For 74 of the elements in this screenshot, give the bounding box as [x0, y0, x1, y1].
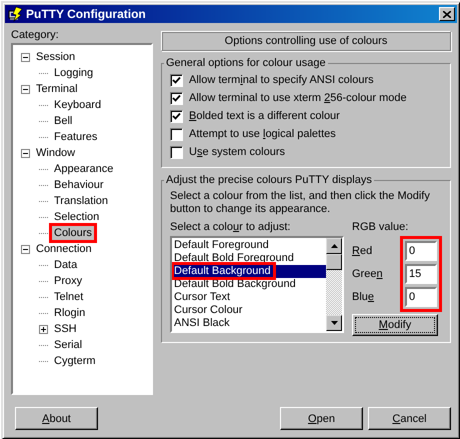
tree-item[interactable]: Serial	[52, 338, 84, 352]
scroll-down-button[interactable]	[326, 315, 342, 331]
up-arrow-icon	[330, 244, 338, 248]
tree-item[interactable]: Bell	[52, 114, 74, 128]
list-item[interactable]: Default Foreground	[172, 239, 326, 252]
checkbox-label[interactable]: Allow terminal to use xterm 256-colour mode	[189, 92, 407, 104]
close-button[interactable]	[439, 7, 455, 21]
input-field[interactable]: 0	[405, 241, 437, 261]
expander-icon[interactable]	[21, 84, 30, 94]
list-item-text: Default Background	[174, 265, 273, 277]
tree-item[interactable]: Logging	[52, 66, 96, 80]
checkbox[interactable]	[170, 92, 183, 104]
tree-item[interactable]: Connection	[34, 242, 94, 256]
tree-item[interactable]: Translation	[52, 194, 110, 208]
list-item-text: Cursor Colour	[174, 304, 242, 316]
field-label: Red	[352, 244, 372, 259]
list-item[interactable]: Default Bold Foreground	[172, 252, 326, 265]
rgb-label: RGB value:	[352, 220, 408, 234]
field-label: Green	[352, 267, 383, 282]
tree-item[interactable]: Appearance	[52, 162, 116, 176]
tree-item[interactable]: Session	[34, 50, 78, 64]
expander-icon[interactable]	[21, 148, 30, 158]
expander-icon[interactable]	[21, 52, 30, 62]
panel-title: Options controlling use of colours	[161, 31, 451, 51]
tree-item[interactable]: Data	[52, 258, 80, 272]
checkbox[interactable]	[170, 146, 183, 158]
group-title: General options for colour usage	[165, 57, 327, 69]
scrollbar[interactable]	[326, 238, 342, 331]
group-title: Adjust the precise colours PuTTY displays	[165, 174, 373, 186]
expander-icon[interactable]	[39, 324, 48, 334]
list-item-text: Default Bold Foreground	[174, 252, 294, 264]
down-arrow-icon	[330, 321, 338, 325]
list-item-text: ANSI Black	[174, 317, 230, 329]
tree-item[interactable]: Window	[34, 146, 78, 160]
checkbox[interactable]	[170, 74, 183, 86]
checkbox-label[interactable]: Use system colours	[189, 146, 285, 158]
description-text: Select a colour from the list, and then click the Modify button to change its appearance.	[170, 190, 431, 216]
scroll-thumb[interactable]	[326, 254, 342, 270]
list-item[interactable]: Cursor Text	[172, 291, 326, 304]
tree-item[interactable]: Colours	[52, 226, 94, 240]
dialog-button[interactable]: About	[15, 407, 98, 430]
checkbox-label[interactable]: Allow terminal to specify ANSI colours	[189, 74, 374, 86]
tree-item[interactable]: Cygterm	[52, 354, 98, 368]
tree-item[interactable]: Proxy	[52, 274, 84, 288]
list-item-text: Default Foreground	[174, 239, 269, 251]
list-item[interactable]: Default Background	[172, 265, 326, 278]
computer-lightning-icon	[7, 6, 23, 22]
expander-icon[interactable]	[21, 244, 30, 254]
list-label: Select a colour to adjust:	[170, 220, 290, 234]
category-label: Category:	[11, 28, 59, 43]
checkbox-label[interactable]: Attempt to use logical palettes	[189, 128, 336, 140]
modify-button[interactable]: Modify	[352, 314, 438, 336]
tree-item[interactable]: Behaviour	[52, 178, 106, 192]
tree-item[interactable]: Features	[52, 130, 100, 144]
field-label: Blue	[352, 290, 374, 305]
input-field[interactable]: 15	[405, 264, 437, 284]
dialog-button[interactable]: Open	[280, 407, 363, 430]
close-icon	[443, 10, 451, 18]
tree-item[interactable]: SSH	[52, 322, 79, 336]
list-item-text: Cursor Text	[174, 291, 230, 303]
input-field[interactable]: 0	[405, 287, 437, 307]
list-item[interactable]: Cursor Colour	[172, 304, 326, 317]
checkbox[interactable]	[170, 128, 183, 140]
window-title: PuTTY Configuration	[26, 7, 147, 21]
tree-item[interactable]: Selection	[52, 210, 102, 224]
tree-item[interactable]: Telnet	[52, 290, 86, 304]
tree-item[interactable]: Rlogin	[52, 306, 88, 320]
checkbox[interactable]	[170, 110, 183, 122]
tree-item[interactable]: Terminal	[34, 82, 80, 96]
tree-item[interactable]: Keyboard	[52, 98, 104, 112]
list-item[interactable]: ANSI Black	[172, 317, 326, 330]
scroll-up-button[interactable]	[326, 238, 342, 254]
dialog-button[interactable]: Cancel	[368, 407, 451, 430]
checkbox-label[interactable]: Bolded text is a different colour	[189, 110, 340, 122]
